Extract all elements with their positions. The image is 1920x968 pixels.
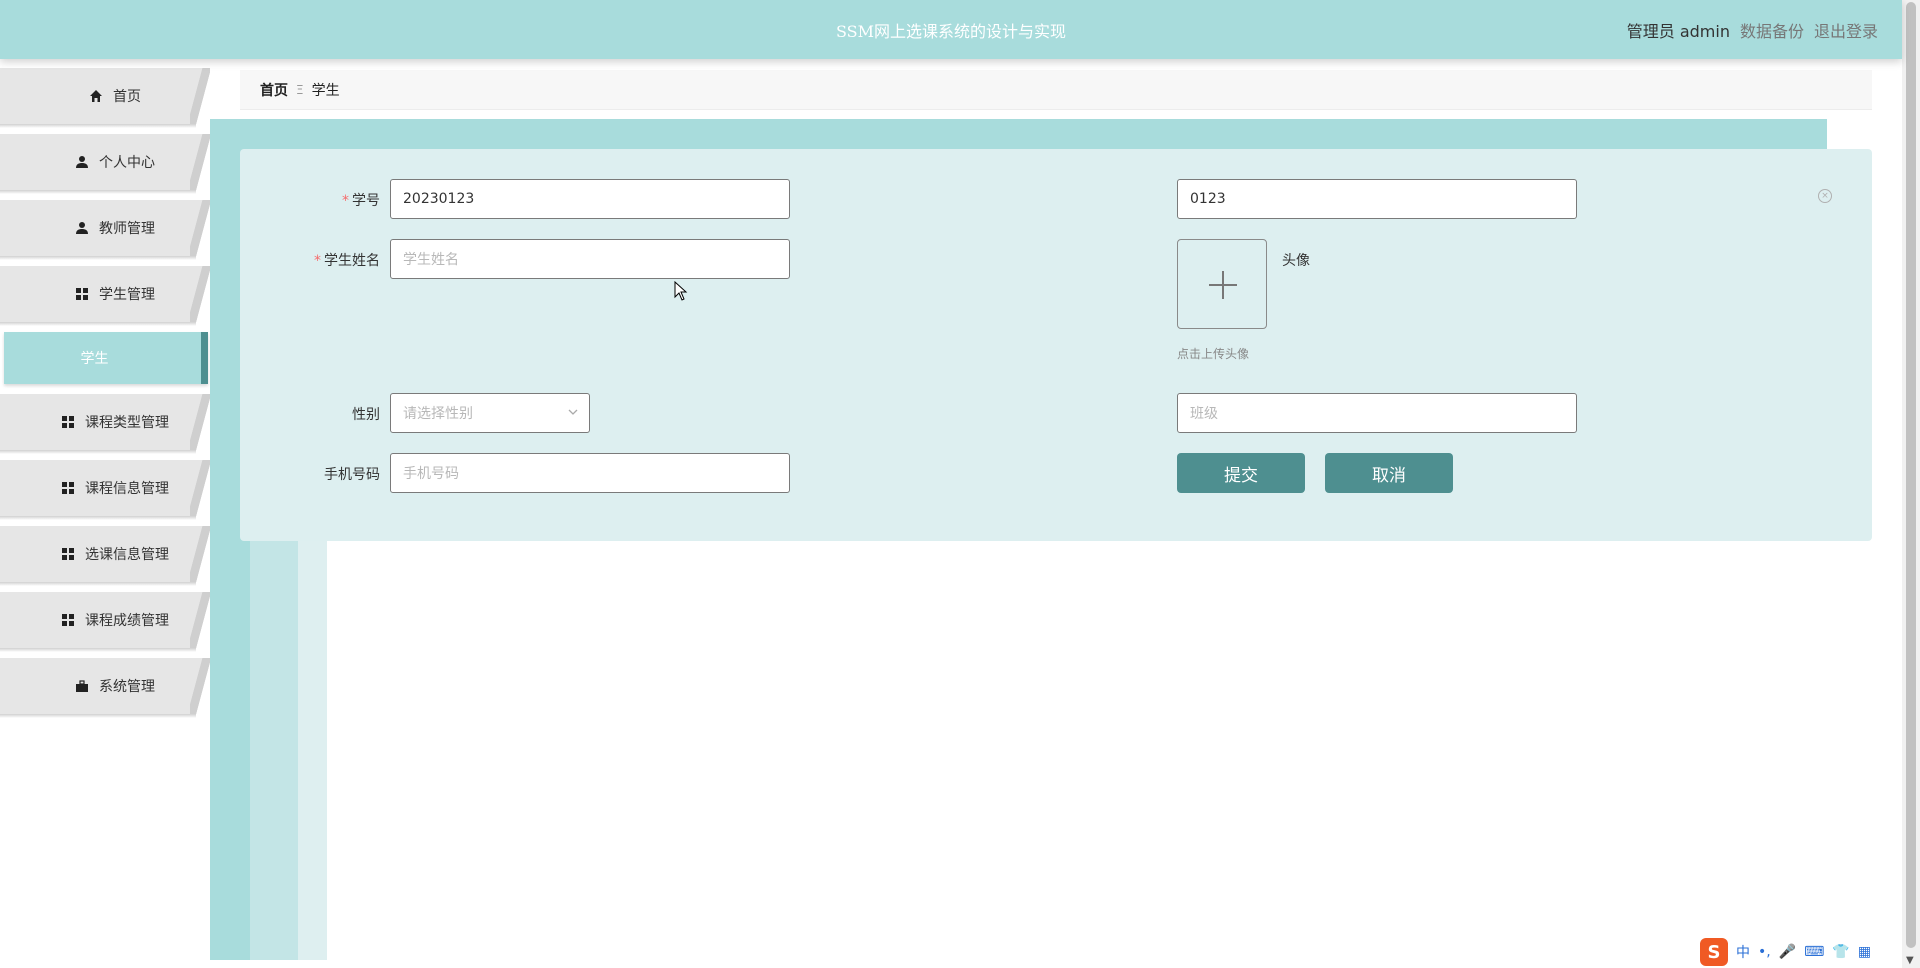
header-right: 管理员 admin 数据备份 退出登录 xyxy=(1627,18,1878,42)
required-mark: * xyxy=(314,253,321,269)
toolbox-icon[interactable]: ▦ xyxy=(1858,944,1871,960)
password-field[interactable]: 0123 xyxy=(1177,179,1577,219)
app-title: SSM网上选课系统的设计与实现 xyxy=(835,22,1067,41)
logout-link[interactable]: 退出登录 xyxy=(1814,18,1878,42)
student-form: × *学号 20230123 *密码 0123 *学生姓名 学生姓名 头像 点击… xyxy=(240,149,1872,541)
decorative-band xyxy=(210,119,1827,149)
sidebar-item-label: 课程类型管理 xyxy=(85,415,169,431)
keyboard-icon[interactable]: ⌨ xyxy=(1804,944,1824,960)
scrollbar-thumb[interactable] xyxy=(1906,2,1916,948)
sidebar-item-label: 教师管理 xyxy=(99,221,155,237)
grid-icon xyxy=(61,547,75,561)
top-header: SSM网上选课系统的设计与实现 管理员 admin 数据备份 退出登录 xyxy=(0,0,1902,59)
plus-icon xyxy=(1209,271,1237,299)
phone-label: 手机号码 xyxy=(324,467,380,483)
avatar-uploader[interactable] xyxy=(1177,239,1267,329)
sidebar-item-label: 学生管理 xyxy=(99,287,155,303)
grid-icon xyxy=(61,613,75,627)
student-id-field[interactable]: 20230123 xyxy=(390,179,790,219)
briefcase-icon xyxy=(75,679,89,693)
user-icon xyxy=(75,221,89,235)
sogou-logo-icon[interactable]: S xyxy=(1700,938,1728,966)
breadcrumb-home[interactable]: 首页 xyxy=(260,80,288,100)
page-scrollbar[interactable]: ▼ xyxy=(1902,0,1920,968)
skin-icon[interactable]: 👕 xyxy=(1832,944,1849,960)
ime-lang[interactable]: 中 xyxy=(1736,942,1750,962)
decorative-band xyxy=(298,540,327,960)
sidebar-item-label: 首页 xyxy=(113,89,141,105)
student-name-label: * 学生姓名 xyxy=(314,253,380,269)
data-backup-link[interactable]: 数据备份 xyxy=(1740,18,1804,42)
grid-icon xyxy=(75,287,89,301)
breadcrumb: 首页 Ξ 学生 xyxy=(240,70,1872,110)
close-icon[interactable]: × xyxy=(1818,189,1832,203)
scroll-down-icon[interactable]: ▼ xyxy=(1906,955,1914,966)
grid-icon xyxy=(61,415,75,429)
chevron-down-icon xyxy=(567,406,579,422)
sidebar-item-label: 课程信息管理 xyxy=(85,481,169,497)
sidebar-item-label: 课程成绩管理 xyxy=(85,613,169,629)
upload-hint: 点击上传头像 xyxy=(1177,347,1250,361)
sidebar-item-system-management[interactable]: 系统管理 xyxy=(0,658,210,718)
gender-label: 性别 xyxy=(352,407,380,423)
sidebar-item-personal-center[interactable]: 个人中心 xyxy=(0,134,210,194)
required-mark: * xyxy=(342,193,349,209)
microphone-icon[interactable]: 🎤 xyxy=(1779,944,1796,960)
decorative-band xyxy=(250,540,298,960)
sidebar-item-course-grade-management[interactable]: 课程成绩管理 xyxy=(0,592,210,652)
student-name-field[interactable]: 学生姓名 xyxy=(390,239,790,279)
current-user: 管理员 admin xyxy=(1626,22,1730,41)
sidebar-item-student-management[interactable]: 学生管理 xyxy=(0,266,210,326)
mouse-cursor-icon xyxy=(674,280,688,305)
sidebar-item-home[interactable]: 首页 xyxy=(0,68,210,128)
sidebar-subitem-student[interactable]: 学生 xyxy=(4,332,208,384)
user-icon xyxy=(75,155,89,169)
breadcrumb-current: 学生 xyxy=(311,82,340,99)
submit-button[interactable]: 提交 xyxy=(1177,453,1305,493)
breadcrumb-separator: Ξ xyxy=(296,82,304,97)
sidebar-item-label: 个人中心 xyxy=(99,155,155,171)
sidebar-item-label: 选课信息管理 xyxy=(85,547,169,563)
student-id-label: * 学号 xyxy=(342,193,380,209)
grid-icon xyxy=(61,481,75,495)
phone-field[interactable]: 手机号码 xyxy=(390,453,790,493)
sidebar-item-label: 系统管理 xyxy=(99,679,155,695)
class-field[interactable]: 班级 xyxy=(1177,393,1577,433)
cancel-button[interactable]: 取消 xyxy=(1325,453,1453,493)
gender-select[interactable]: 请选择性别 xyxy=(390,393,590,433)
gender-select-value: 请选择性别 xyxy=(403,406,473,422)
ime-toolbar: S 中 •, 🎤 ⌨ 👕 ▦ xyxy=(1700,936,1890,968)
sidebar: 首页 个人中心 教师管理 学生管理 学生 课程类型管理 课程信息管理 选课信息管… xyxy=(0,68,212,724)
sidebar-item-course-info-management[interactable]: 课程信息管理 xyxy=(0,460,210,520)
sidebar-subitem-label: 学生 xyxy=(80,351,109,367)
sidebar-item-course-selection-management[interactable]: 选课信息管理 xyxy=(0,526,210,586)
sidebar-item-course-type-management[interactable]: 课程类型管理 xyxy=(0,394,210,454)
home-icon xyxy=(89,89,103,103)
punctuation-icon[interactable]: •, xyxy=(1758,944,1771,960)
sidebar-item-teacher-management[interactable]: 教师管理 xyxy=(0,200,210,260)
